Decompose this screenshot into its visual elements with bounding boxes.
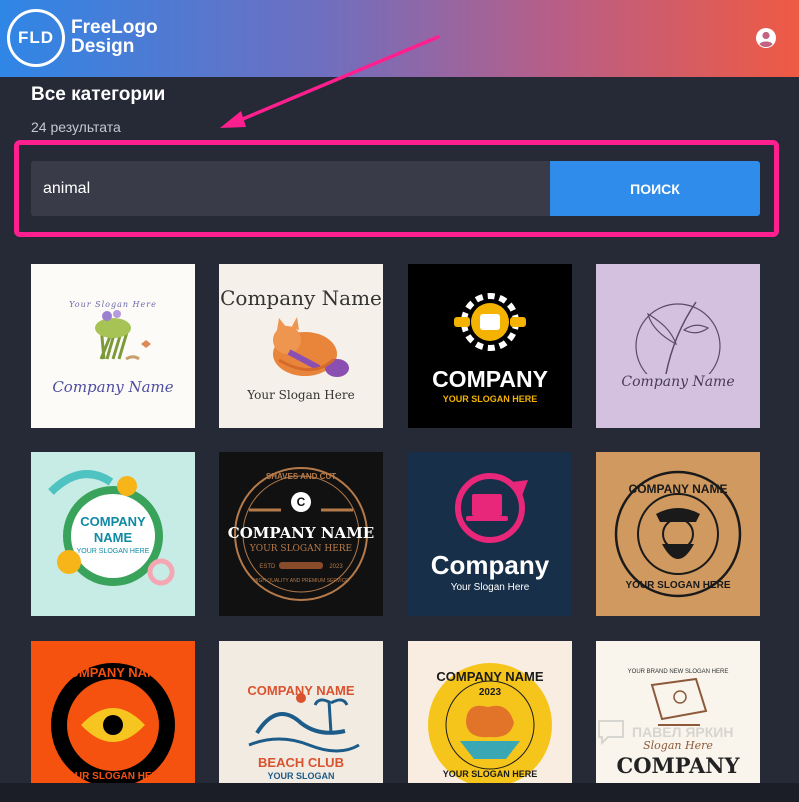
logo-year: 2023	[329, 564, 343, 570]
logo-company-name: Company Name	[618, 374, 738, 390]
logo-card[interactable]: COMPANY YOUR SLOGAN HERE	[408, 264, 572, 428]
logo-estd: ESTD 2023	[219, 564, 383, 570]
logo-company-line-2: NAME	[93, 530, 133, 545]
logo-card[interactable]: COMPANY NAME 2023 YOUR SLOGAN HERE	[408, 641, 572, 802]
logo-card[interactable]: Company Name	[596, 264, 760, 428]
logo-company-name: Company Name	[52, 378, 174, 396]
logo-slogan: Your Slogan Here	[450, 582, 530, 593]
header-bar: FLD FreeLogo Design	[0, 0, 799, 77]
logo-slogan: YOUR SLOGAN HERE	[442, 394, 538, 404]
logo-top-text: YOUR BRAND NEW SLOGAN HERE	[627, 669, 729, 675]
logo-company-line-1: COMPANY	[80, 514, 146, 529]
logo-card[interactable]: COMPANY NAME BEACH CLUB YOUR SLOGAN	[219, 641, 383, 802]
logo-slogan: Your Slogan Here	[69, 300, 157, 309]
logo-company-name: COMPANY NAME	[247, 683, 355, 698]
logo-line-1: FreeLogo	[71, 17, 158, 38]
logo-slogan: YOUR SLOGAN HERE	[60, 771, 166, 782]
logo-card[interactable]: COMPANY NAME YOUR SLOGAN HERE	[31, 641, 195, 802]
search-input[interactable]	[31, 161, 550, 216]
logo-wordmark[interactable]: FreeLogo Design	[71, 18, 158, 56]
bearded-man-icon	[614, 470, 742, 598]
logo-company-name: Company Name	[220, 286, 382, 310]
watermark: ПАВЕЛ ЯРКИН	[596, 718, 733, 746]
logo-initial: C	[296, 495, 306, 509]
chat-bubble-icon	[598, 720, 624, 746]
logo-slogan: Your Slogan Here	[247, 388, 355, 402]
bouquet-icon	[95, 310, 151, 361]
logo-badge[interactable]: FLD	[7, 9, 65, 67]
logo-estd-label: ESTD	[259, 564, 276, 570]
logo-card[interactable]: Company Your Slogan Here	[408, 452, 572, 616]
account-circle-icon[interactable]	[755, 27, 777, 49]
logo-slogan: YOUR SLOGAN	[267, 771, 335, 781]
logo-company-name: COMPANY	[432, 366, 548, 392]
logo-slogan: YOUR SLOGAN HERE	[249, 544, 353, 554]
logo-card[interactable]: SHAVES AND CUT C COMPANY NAME YOUR SLOGA…	[219, 452, 383, 616]
horizontal-scrollbar[interactable]	[0, 783, 799, 802]
result-count: 24 результата	[31, 119, 121, 135]
logo-card[interactable]: COMPANY NAME YOUR SLOGAN HERE	[596, 452, 760, 616]
logo-card[interactable]: Company Name Your Slogan Here	[219, 264, 383, 428]
logo-slogan: YOUR SLOGAN HERE	[625, 580, 731, 591]
logo-company-name: Company	[430, 550, 550, 580]
logo-card[interactable]: Your Slogan Here Company Name	[31, 264, 195, 428]
logo-sub-title: BEACH CLUB	[258, 755, 344, 770]
search-button[interactable]: ПОИСК	[550, 161, 760, 216]
logo-slogan: YOUR SLOGAN HERE	[442, 769, 538, 779]
logo-company-name: COMPANY NAME	[227, 524, 375, 542]
logo-company-name: COMPANY NAME	[628, 482, 728, 496]
logo-company-name: COMPANY NAME	[436, 669, 544, 684]
watermark-text: ПАВЕЛ ЯРКИН	[632, 724, 734, 740]
logo-company-name: COMPANY	[616, 753, 740, 778]
page-title: Все категории	[31, 84, 166, 105]
logo-card[interactable]: COMPANY NAME YOUR SLOGAN HERE	[31, 452, 195, 616]
logo-company-name: COMPANY NAME	[59, 665, 167, 680]
logo-slogan: YOUR SLOGAN HERE	[76, 548, 150, 555]
logo-tagline: HIGH QUALITY AND PREMIUM SERVICE	[253, 578, 349, 584]
logo-year: 2023	[478, 687, 502, 698]
logo-line-2: Design	[71, 36, 135, 57]
logo-top-text: SHAVES AND CUT	[265, 472, 337, 481]
plant-icon	[635, 301, 721, 389]
